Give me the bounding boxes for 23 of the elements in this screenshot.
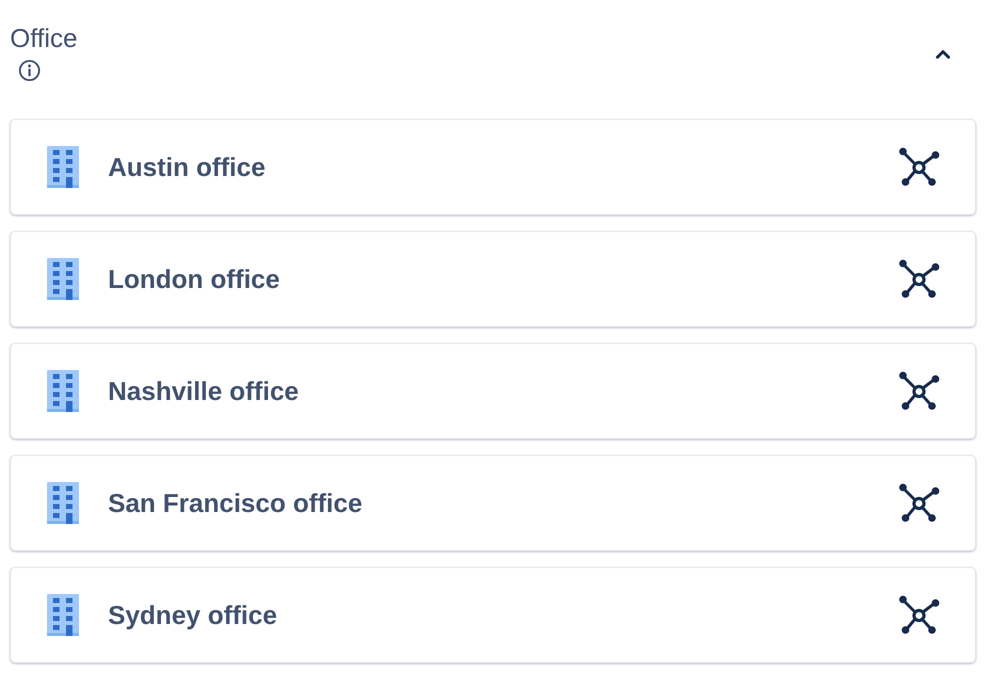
office-name: Austin office [108, 150, 266, 184]
info-icon[interactable] [18, 59, 41, 82]
building-icon [47, 482, 79, 524]
network-hub-icon[interactable] [898, 595, 940, 635]
office-card[interactable]: Nashville office [10, 343, 976, 439]
network-hub-icon[interactable] [898, 371, 940, 411]
network-hub-icon[interactable] [898, 259, 940, 299]
office-name: London office [108, 262, 281, 296]
office-card[interactable]: Austin office [10, 119, 976, 215]
office-card[interactable]: Sydney office [10, 567, 976, 663]
office-card[interactable]: San Francisco office [10, 455, 976, 551]
office-name: Sydney office [108, 598, 278, 632]
office-card[interactable]: London office [10, 231, 976, 327]
network-hub-icon[interactable] [898, 147, 940, 187]
office-name: San Francisco office [108, 486, 364, 520]
office-name: Nashville office [108, 374, 300, 408]
network-hub-icon[interactable] [898, 483, 940, 523]
chevron-up-icon [934, 48, 952, 60]
building-icon [47, 146, 79, 188]
building-icon [47, 594, 79, 636]
section-title: Office [10, 22, 78, 54]
building-icon [47, 370, 79, 412]
building-icon [47, 258, 79, 300]
